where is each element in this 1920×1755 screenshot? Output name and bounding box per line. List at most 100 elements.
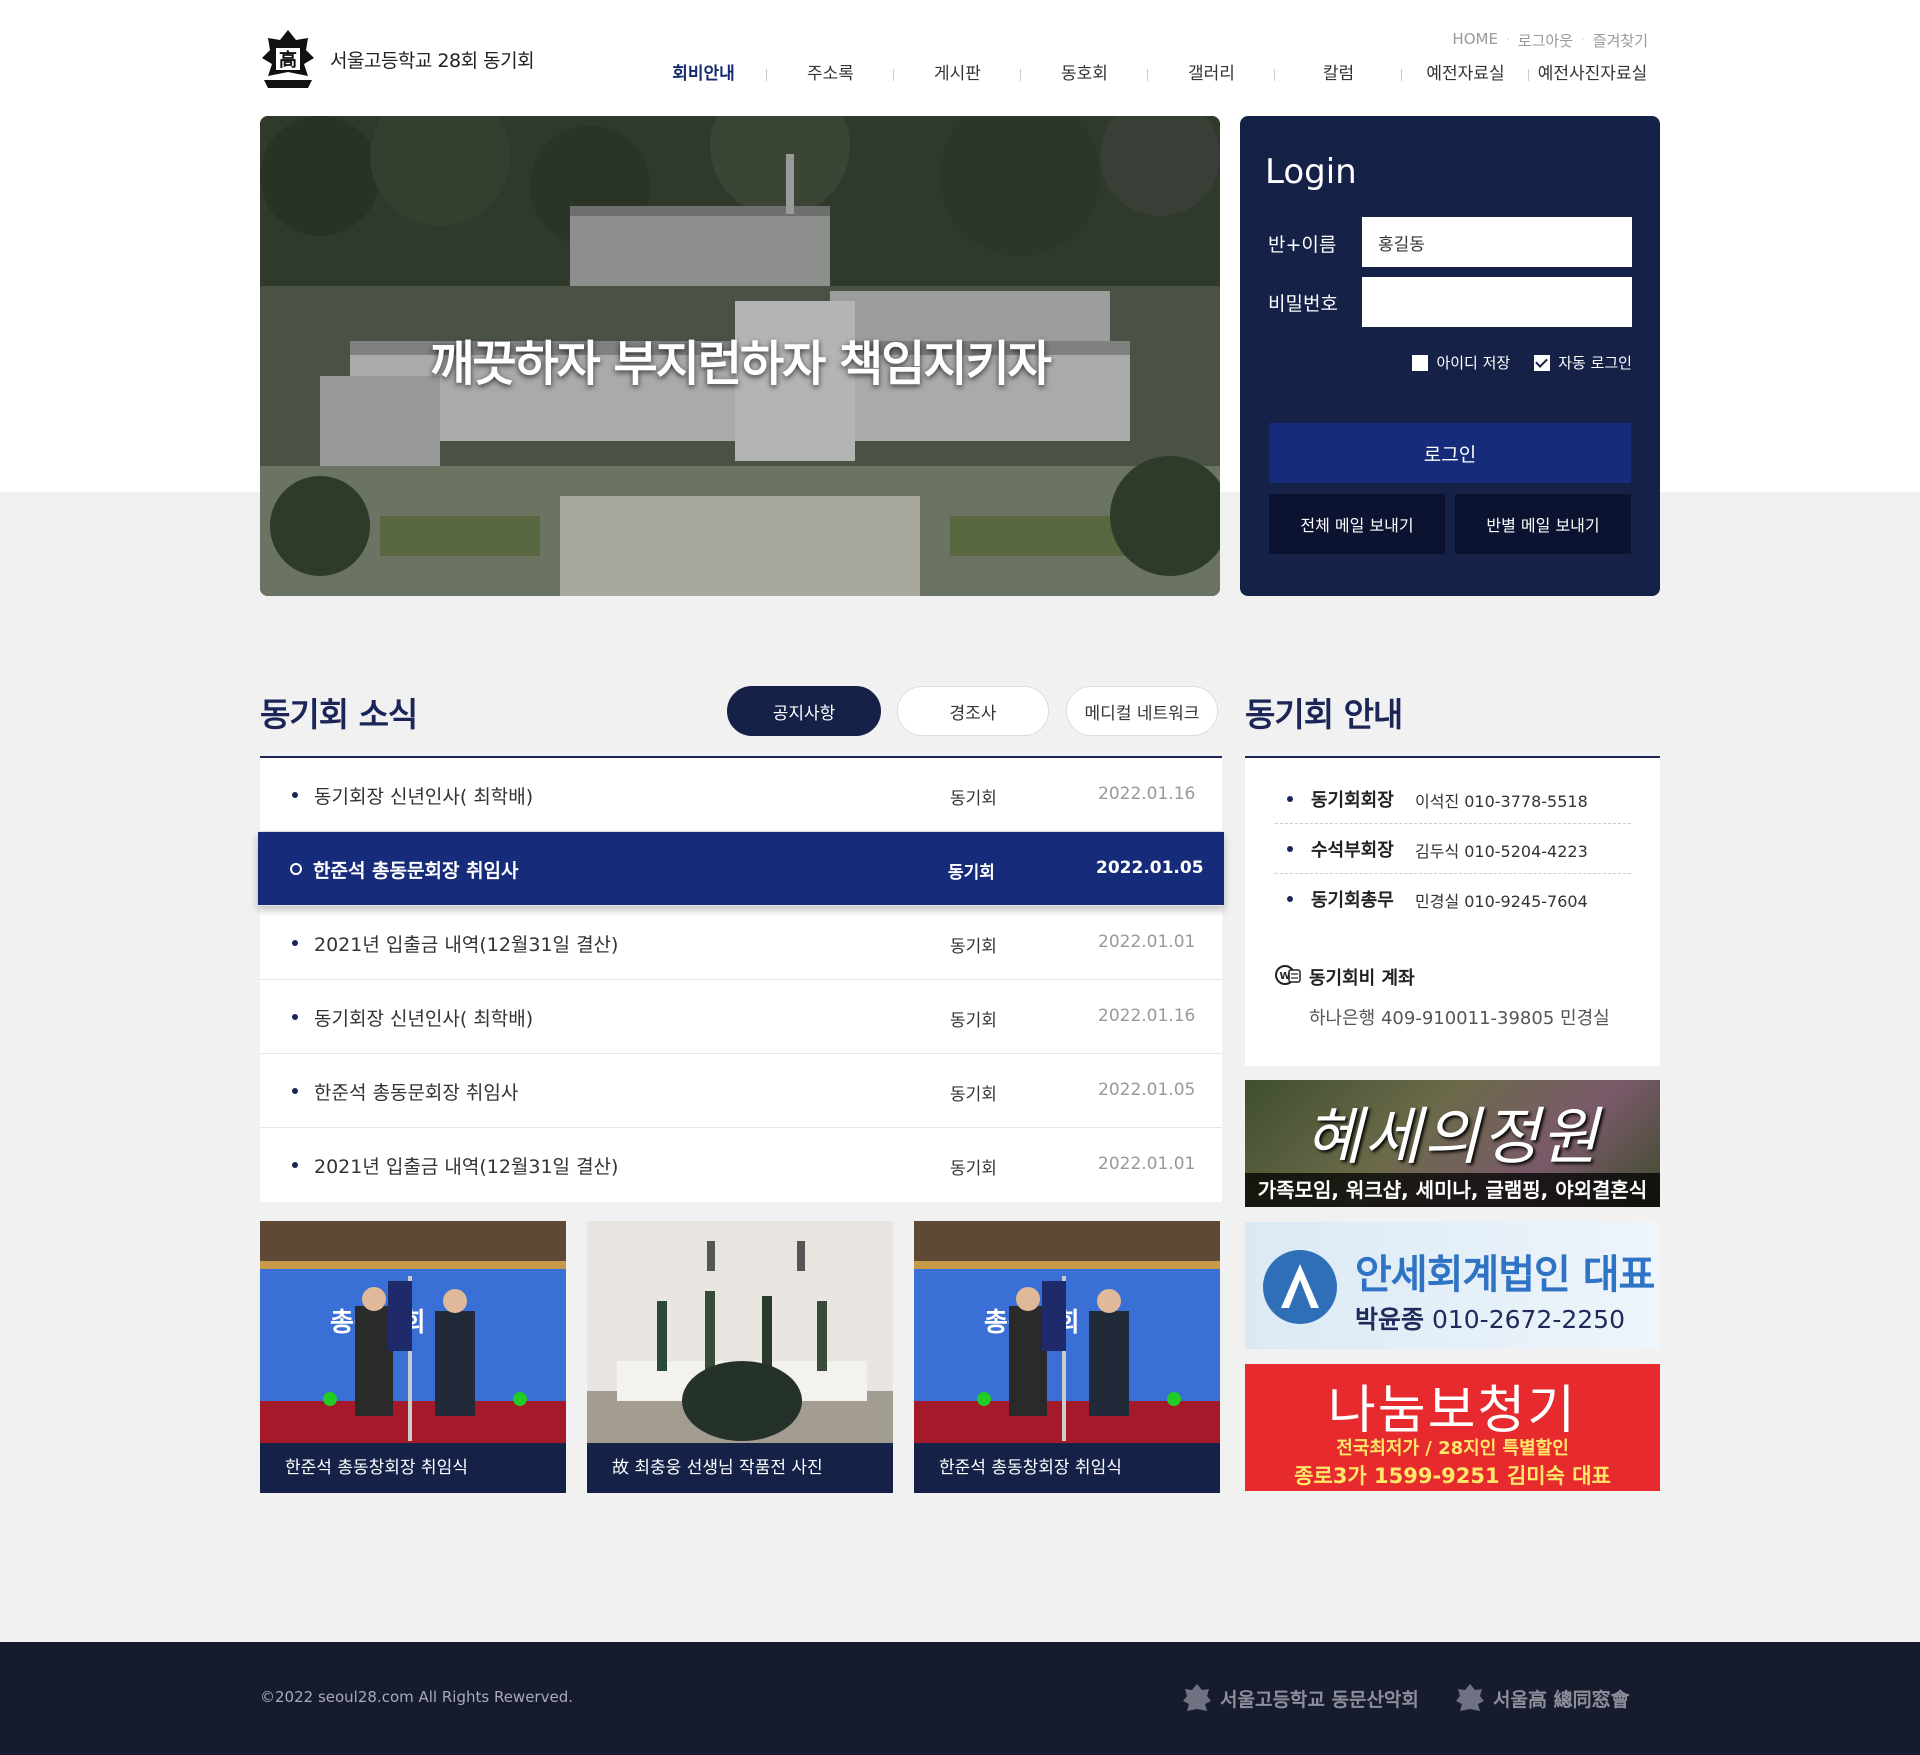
nav-photo-archive[interactable]: 예전사진자료실 [1529,62,1656,86]
footer-logo-alpine-club[interactable]: 서울고등학교 동문산악회 [1182,1682,1419,1714]
util-home-link[interactable]: HOME [1452,30,1498,51]
emblem-icon [1183,1684,1211,1711]
news-category: 동기회 [950,789,997,809]
nav-clubs[interactable]: 동호회 [1021,62,1148,86]
checkbox-box [1412,354,1429,371]
officer-role: 동기회회장 [1311,790,1394,811]
checkbox-checked-box [1534,354,1551,371]
bullet-icon [1287,846,1293,852]
officer-contact: 김두식 010-5204-4223 [1415,842,1588,861]
nav-fee-info[interactable]: 회비안내 [640,62,767,86]
news-category: 동기회 [950,937,997,957]
footer: ©2022 seoul28.com All Rights Rewerved. 서… [0,1642,1920,1755]
mail-class-button[interactable]: 반별 메일 보내기 [1455,494,1631,554]
tab-medical-network[interactable]: 메디컬 네트워크 [1066,686,1218,736]
hero-banner: 깨끗하자 부지런하자 책임지키자 [260,116,1220,596]
news-date: 2022.01.05 [1098,1080,1196,1100]
news-item[interactable]: 한준석 총동문회장 취임사 동기회 2022.01.05 [260,1054,1222,1128]
news-item-highlighted[interactable]: 한준석 총동문회장 취임사 동기회 2022.01.05 [258,832,1224,906]
banner-contact: 박윤종 010-2672-2250 [1355,1300,1625,1336]
bullet-icon [292,1014,298,1020]
nav-column[interactable]: 칼럼 [1275,62,1402,86]
footer-logo-label: 서울高 總同窓會 [1493,1688,1630,1711]
bullet-icon [292,1162,298,1168]
tab-notice[interactable]: 공지사항 [727,686,881,736]
login-button[interactable]: 로그인 [1269,423,1631,483]
copyright: ©2022 seoul28.com All Rights Rewerved. [260,1688,573,1706]
gallery-card[interactable]: 故 최충웅 선생님 작품전 사진 [587,1221,893,1493]
password-input[interactable] [1362,277,1632,327]
bullet-icon [1287,796,1293,802]
info-section-title: 동기회 안내 [1245,695,1403,734]
emblem-icon [1456,1684,1484,1711]
auto-login-checkbox[interactable]: 자동 로그인 [1534,352,1632,373]
login-options: 아이디 저장 자동 로그인 [1388,352,1632,373]
mail-all-button[interactable]: 전체 메일 보내기 [1269,494,1445,554]
nav-archive[interactable]: 예전자료실 [1402,62,1529,86]
officer-row: 동기회총무 민경실 010-9245-7604 [1275,874,1631,924]
save-id-label: 아이디 저장 [1436,354,1511,372]
save-id-checkbox[interactable]: 아이디 저장 [1412,352,1510,373]
school-emblem-icon: 高 [262,30,314,88]
login-title: Login [1265,152,1357,192]
news-item[interactable]: 2021년 입출금 내역(12월31일 결산) 동기회 2022.01.01 [260,906,1222,980]
nav-board[interactable]: 게시판 [894,62,1021,86]
news-category: 동기회 [950,1085,997,1105]
news-category: 동기회 [948,863,995,883]
bank-account-icon: W [1275,965,1301,985]
gallery-caption: 故 최충웅 선생님 작품전 사진 [587,1443,893,1493]
main-navigation: 회비안내 주소록 게시판 동호회 갤러리 칼럼 예전자료실 예전사진자료실 [640,62,1656,86]
name-label: 반+이름 [1268,234,1337,256]
news-date: 2022.01.16 [1098,784,1196,804]
news-title: 한준석 총동문회장 취임사 [313,860,519,882]
ad-banner-hearing-aid[interactable]: 나눔보청기 전국최저가 / 28지인 특별할인 종로3가 1599-9251 김… [1245,1364,1660,1491]
utility-menu: HOME · 로그아웃 · 즐겨찾기 [1452,30,1648,51]
site-logo[interactable]: 高 서울고등학교 28회 동기회 [260,28,535,90]
accounting-logo-mark [1281,1264,1319,1308]
svg-text:高: 高 [279,49,297,71]
password-label: 비밀번호 [1268,293,1338,315]
account-label: 동기회비 계좌 [1309,968,1415,989]
news-date: 2022.01.01 [1098,932,1196,952]
login-panel: Login 반+이름 비밀번호 아이디 저장 자동 로그인 로그인 전체 메일 … [1240,116,1660,596]
gallery-card[interactable]: 총동창회 한준석 총동창회장 취임식 [914,1221,1220,1493]
news-item[interactable]: 2021년 입출금 내역(12월31일 결산) 동기회 2022.01.01 [260,1128,1222,1202]
officer-row: 동기회회장 이석진 010-3778-5518 [1275,774,1631,824]
officer-contact: 민경실 010-9245-7604 [1415,892,1588,911]
ceremony-photo: 총동창회 [914,1221,1220,1443]
ceremony-photo: 총동창회 [260,1221,566,1443]
gallery-caption: 한준석 총동창회장 취임식 [914,1443,1220,1493]
banner-title: 나눔보청기 [1327,1381,1578,1441]
news-date: 2022.01.01 [1098,1154,1196,1174]
ad-banner-garden[interactable]: 혜세의정원 가족모임, 워크샵, 세미나, 글램핑, 야외결혼식 [1245,1080,1660,1207]
bullet-icon [292,940,298,946]
ad-banner-accounting[interactable]: 안세회계법인 대표 박윤종 010-2672-2250 [1245,1222,1660,1349]
footer-logo-alumni[interactable]: 서울高 總同窓會 [1455,1682,1630,1714]
util-logout-link[interactable]: 로그아웃 [1518,30,1573,51]
bullet-icon [1287,896,1293,902]
news-title: 2021년 입출금 내역(12월31일 결산) [314,934,619,956]
news-list: 동기회장 신년인사( 최학배) 동기회 2022.01.16 한준석 총동문회장… [258,758,1224,1202]
officer-row: 수석부회장 김두식 010-5204-4223 [1275,824,1631,874]
news-date: 2022.01.05 [1096,858,1204,878]
gallery-card[interactable]: 총동창회 한준석 총동창회장 취임식 [260,1221,566,1493]
info-box: 동기회회장 이석진 010-3778-5518 수석부회장 김두식 010-52… [1245,758,1660,1066]
nav-gallery[interactable]: 갤러리 [1148,62,1275,86]
banner-phone: 010-2672-2250 [1431,1305,1625,1334]
news-item[interactable]: 동기회장 신년인사( 최학배) 동기회 2022.01.16 [260,980,1222,1054]
news-title: 한준석 총동문회장 취임사 [314,1082,519,1104]
banner-title: 안세회계법인 대표 [1355,1252,1655,1298]
news-title: 2021년 입출금 내역(12월31일 결산) [314,1156,619,1178]
banner-contact: 종로3가 1599-9251 김미숙 대표 [1294,1464,1611,1488]
hero-slogan: 깨끗하자 부지런하자 책임지키자 [430,336,1052,392]
name-input[interactable] [1362,217,1632,267]
util-bookmark-link[interactable]: 즐겨찾기 [1593,30,1648,51]
util-separator: · [1505,32,1510,46]
gallery-caption: 한준석 총동창회장 취임식 [260,1443,566,1493]
officer-contact: 이석진 010-3778-5518 [1415,792,1588,811]
news-item[interactable]: 동기회장 신년인사( 최학배) 동기회 2022.01.16 [260,758,1222,832]
nav-address-book[interactable]: 주소록 [767,62,894,86]
exhibition-photo [587,1221,893,1443]
tab-family-events[interactable]: 경조사 [897,686,1049,736]
banner-title: 혜세의정원 [1304,1100,1601,1173]
